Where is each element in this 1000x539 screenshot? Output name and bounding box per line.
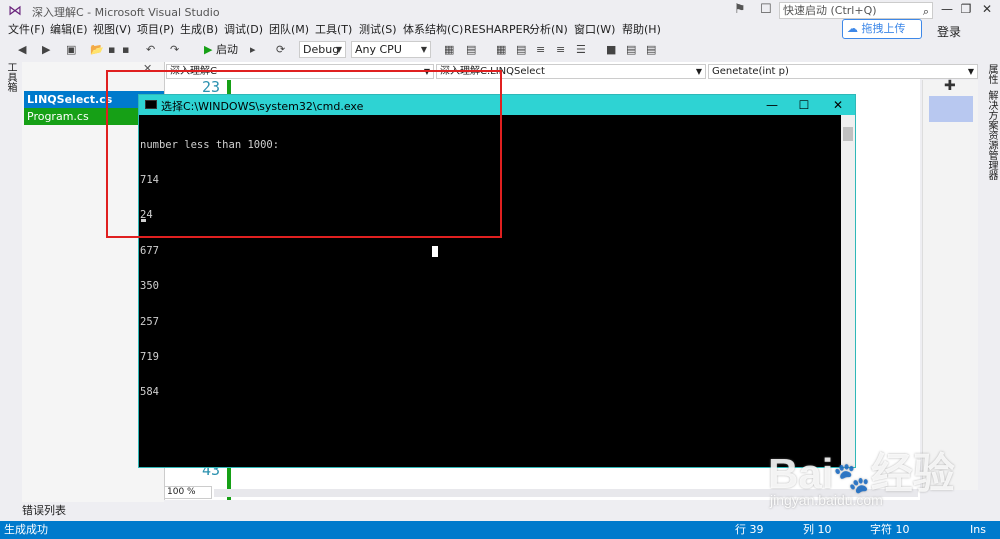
save-icon[interactable]: ▪ bbox=[108, 42, 115, 58]
console-line: 584 bbox=[140, 386, 159, 399]
back-icon[interactable]: ◀ bbox=[18, 42, 26, 58]
chevron-down-icon: ▼ bbox=[695, 67, 702, 76]
undo-icon[interactable]: ↶ bbox=[146, 42, 155, 58]
feedback-icon[interactable]: ☐ bbox=[760, 2, 776, 18]
login-link[interactable]: 登录 bbox=[937, 23, 961, 40]
chevron-down-icon: ▼ bbox=[335, 45, 342, 54]
drag-upload-button[interactable]: ☁ 拖拽上传 bbox=[842, 19, 922, 39]
mouse-text-cursor bbox=[432, 246, 438, 257]
menu-test[interactable]: 测试(S) bbox=[359, 22, 397, 38]
prev-bookmark-icon[interactable]: ▤ bbox=[626, 42, 636, 58]
step-icon[interactable]: ▸ bbox=[250, 42, 256, 58]
platform-value: Any CPU bbox=[355, 43, 402, 56]
platform-select[interactable]: Any CPU ▼ bbox=[351, 41, 431, 58]
menu-team[interactable]: 团队(M) bbox=[269, 22, 309, 38]
zoom-select[interactable]: 100 % bbox=[164, 486, 212, 499]
redo-icon[interactable]: ↷ bbox=[170, 42, 179, 58]
console-vertical-scrollbar[interactable] bbox=[841, 115, 855, 467]
configuration-value: Debug bbox=[303, 43, 340, 56]
menu-window[interactable]: 窗口(W) bbox=[574, 22, 615, 38]
status-column: 列 10 bbox=[803, 523, 832, 536]
tab-properties[interactable]: 属性 bbox=[984, 64, 999, 84]
open-file-icon[interactable]: 📂 bbox=[90, 42, 104, 58]
console-scroll-thumb[interactable] bbox=[843, 127, 853, 141]
format-icon[interactable]: ▤ bbox=[516, 42, 526, 58]
restore-button[interactable]: ❐ bbox=[955, 0, 977, 20]
status-line: 行 39 bbox=[735, 523, 764, 536]
forward-icon[interactable]: ▶ bbox=[42, 42, 50, 58]
chevron-down-icon: ▼ bbox=[967, 67, 974, 76]
toolbar: ◀ ▶ ▣ 📂 ▪ ▪ ↶ ↷ ▶ 启动 ▸ ⟳ Debug ▼ Any CPU ▼… bbox=[0, 40, 1000, 60]
console-minimize-button[interactable]: — bbox=[759, 96, 785, 114]
align-left-icon[interactable]: ≡ bbox=[536, 42, 545, 58]
menu-project[interactable]: 项目(P) bbox=[137, 22, 174, 38]
menu-build[interactable]: 生成(B) bbox=[180, 22, 218, 38]
toolbox-tab[interactable]: 工具箱 bbox=[4, 62, 18, 92]
quick-launch-input[interactable]: 快速启动 (Ctrl+Q) ⌕ bbox=[779, 2, 933, 19]
console-line: 350 bbox=[140, 280, 159, 293]
split-plus-icon[interactable]: ✚ bbox=[944, 78, 956, 94]
status-message: 生成成功 bbox=[4, 523, 48, 536]
find-icon[interactable]: ▦ bbox=[444, 42, 454, 58]
comment-icon[interactable]: ☰ bbox=[576, 42, 586, 58]
menu-file[interactable]: 文件(F) bbox=[8, 22, 45, 38]
console-close-button[interactable]: ✕ bbox=[825, 96, 851, 114]
cloud-icon: ☁ bbox=[847, 22, 858, 35]
outline-icon[interactable]: ▦ bbox=[496, 42, 506, 58]
menu-view[interactable]: 视图(V) bbox=[93, 22, 131, 38]
status-insert-mode: Ins bbox=[970, 523, 986, 536]
search-icon: ⌕ bbox=[922, 5, 929, 18]
status-bar: 生成成功 行 39 列 10 字符 10 Ins bbox=[0, 521, 1000, 539]
window-title: 深入理解C - Microsoft Visual Studio bbox=[32, 6, 220, 19]
visual-studio-logo-icon: ⋈ bbox=[8, 3, 22, 19]
upload-label: 拖拽上传 bbox=[861, 22, 906, 35]
tab-error-list[interactable]: 错误列表 bbox=[22, 502, 66, 518]
close-button[interactable]: ✕ bbox=[976, 0, 998, 20]
align-right-icon[interactable]: ≡ bbox=[556, 42, 565, 58]
new-project-icon[interactable]: ▣ bbox=[66, 42, 76, 58]
console-line: 677 bbox=[140, 244, 159, 257]
console-line: 257 bbox=[140, 315, 159, 328]
next-bookmark-icon[interactable]: ▤ bbox=[646, 42, 656, 58]
menu-debug[interactable]: 调试(D) bbox=[224, 22, 263, 38]
baidu-watermark-url: jingyan.baidu.com bbox=[770, 492, 883, 508]
tab-solution-explorer[interactable]: 解决方案资源管理器 bbox=[984, 90, 999, 180]
configuration-select[interactable]: Debug ▼ bbox=[299, 41, 346, 58]
bookmark-icon[interactable]: ■ bbox=[606, 42, 616, 58]
status-char: 字符 10 bbox=[870, 523, 910, 536]
tools-icon[interactable]: ▤ bbox=[466, 42, 476, 58]
menu-resharper[interactable]: RESHARPER bbox=[464, 22, 530, 38]
code-minimap[interactable] bbox=[922, 80, 978, 490]
menu-help[interactable]: 帮助(H) bbox=[622, 22, 661, 38]
console-maximize-button[interactable]: ☐ bbox=[791, 96, 817, 114]
start-icon[interactable]: ▶ bbox=[204, 42, 212, 58]
quick-launch-placeholder: 快速启动 (Ctrl+Q) bbox=[783, 4, 877, 17]
save-all-icon[interactable]: ▪ bbox=[122, 42, 129, 58]
chevron-down-icon: ▼ bbox=[420, 45, 427, 54]
notification-flag-icon[interactable]: ⚑ bbox=[734, 2, 750, 18]
highlight-rectangle bbox=[106, 70, 502, 238]
menu-architecture[interactable]: 体系结构(C) bbox=[403, 22, 463, 38]
minimap-viewport bbox=[929, 96, 973, 122]
menu-tools[interactable]: 工具(T) bbox=[315, 22, 352, 38]
refresh-icon[interactable]: ⟳ bbox=[276, 42, 285, 58]
menu-edit[interactable]: 编辑(E) bbox=[50, 22, 88, 38]
member-navigation-value: Genetate(int p) bbox=[712, 66, 789, 77]
menu-analyze[interactable]: 分析(N) bbox=[529, 22, 568, 38]
member-navigation-select[interactable]: Genetate(int p) ▼ bbox=[708, 64, 978, 79]
start-label[interactable]: 启动 bbox=[216, 42, 238, 58]
console-line: 719 bbox=[140, 350, 159, 363]
right-side-tabs: 属性 解决方案资源管理器 bbox=[980, 62, 1000, 502]
